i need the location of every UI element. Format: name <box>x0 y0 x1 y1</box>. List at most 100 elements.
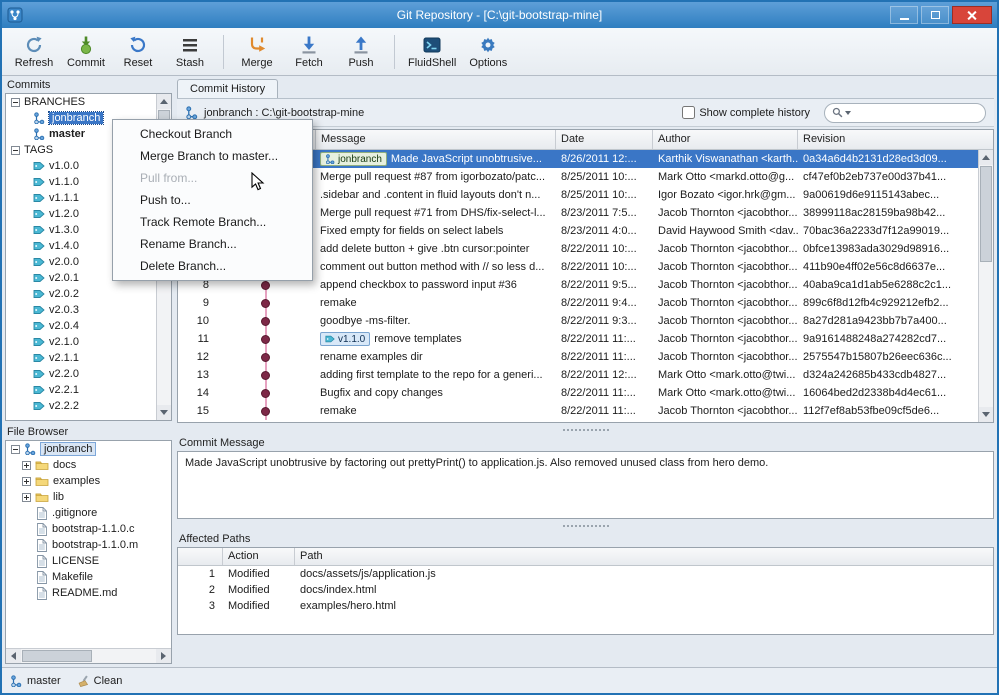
minimize-button[interactable] <box>890 6 918 24</box>
refresh-button[interactable]: Refresh <box>8 30 60 74</box>
repo-state-status: Clean <box>77 675 122 687</box>
search-input[interactable] <box>853 105 978 120</box>
menu-item-rename-branch[interactable]: Rename Branch... <box>113 233 312 255</box>
tag-item[interactable]: v2.0.2 <box>6 286 171 302</box>
expand-icon[interactable] <box>22 492 31 502</box>
collapse-icon[interactable] <box>11 145 20 155</box>
header-date[interactable]: Date <box>556 130 653 149</box>
scrollbar-thumb[interactable] <box>22 650 92 662</box>
commit-row[interactable]: 14 Bugfix and copy changes 8/22/2011 11:… <box>178 384 978 402</box>
fb-file-item[interactable]: LICENSE <box>6 553 171 569</box>
commit-author: Jacob Thornton <jacobthor... <box>658 351 798 363</box>
fb-file-item[interactable]: Makefile <box>6 569 171 585</box>
fluidshell-button[interactable]: FluidShell <box>402 30 462 74</box>
tag-label: v2.2.2 <box>49 400 79 412</box>
splitter-handle[interactable] <box>177 423 994 436</box>
history-scrollbar[interactable] <box>978 150 993 422</box>
branches-header[interactable]: BRANCHES <box>6 94 171 110</box>
commit-button[interactable]: Commit <box>60 30 112 74</box>
commit-row[interactable]: 9 remake 8/22/2011 9:4... Jacob Thornton… <box>178 294 978 312</box>
affected-path-row[interactable]: 3 Modified examples/hero.html <box>178 598 993 614</box>
search-dropdown-icon[interactable] <box>845 110 851 115</box>
stash-button[interactable]: Stash <box>164 30 216 74</box>
menu-item-delete-branch[interactable]: Delete Branch... <box>113 255 312 277</box>
fb-folder-docs[interactable]: docs <box>6 457 171 473</box>
menu-item-push-to[interactable]: Push to... <box>113 189 312 211</box>
options-button[interactable]: Options <box>462 30 514 74</box>
commit-row[interactable]: 13 adding first template to the repo for… <box>178 366 978 384</box>
commit-row[interactable]: 12 rename examples dir 8/22/2011 11:... … <box>178 348 978 366</box>
tag-item[interactable]: v2.1.1 <box>6 350 171 366</box>
reset-button[interactable]: Reset <box>112 30 164 74</box>
tag-item[interactable]: v2.1.0 <box>6 334 171 350</box>
scroll-down-button[interactable] <box>157 405 171 420</box>
commit-revision: 411b90e4ff02e56c8d6637e... <box>803 261 946 273</box>
header-path[interactable]: Path <box>295 548 993 565</box>
fb-folder-examples[interactable]: examples <box>6 473 171 489</box>
commit-revision: 38999118ac28159ba98b42... <box>803 207 946 219</box>
commit-row[interactable]: 11 v1.1.0 remove templates 8/22/2011 11:… <box>178 330 978 348</box>
tag-item[interactable]: v2.2.2 <box>6 398 171 414</box>
tag-icon <box>33 322 45 330</box>
menu-item-checkout-branch[interactable]: Checkout Branch <box>113 123 312 145</box>
scroll-up-button[interactable] <box>979 150 993 165</box>
tag-icon <box>33 354 45 362</box>
fb-file-item[interactable]: bootstrap-1.1.0.m <box>6 537 171 553</box>
tag-item[interactable]: v2.2.1 <box>6 382 171 398</box>
scroll-up-button[interactable] <box>157 94 171 109</box>
expand-icon[interactable] <box>22 476 31 486</box>
tag-item[interactable]: v2.2.0 <box>6 366 171 382</box>
arrow-left-icon <box>11 652 16 660</box>
menu-item-track-remote-branch[interactable]: Track Remote Branch... <box>113 211 312 233</box>
search-box[interactable] <box>824 102 986 123</box>
splitter-handle[interactable] <box>177 519 994 532</box>
file-browser-hscrollbar[interactable] <box>6 648 171 663</box>
push-button[interactable]: Push <box>335 30 387 74</box>
fb-file-item[interactable]: .gitignore <box>6 505 171 521</box>
close-button[interactable] <box>952 6 992 24</box>
commit-author: Jacob Thornton <jacobthor... <box>658 333 798 345</box>
maximize-button[interactable] <box>921 6 949 24</box>
header-message[interactable]: Message <box>316 130 556 149</box>
collapse-icon[interactable] <box>11 97 20 107</box>
scrollbar-thumb[interactable] <box>980 166 992 262</box>
commit-message-box[interactable]: Made JavaScript unobtrusive by factoring… <box>177 451 994 519</box>
commit-graph-cell <box>216 312 316 330</box>
fb-root-jonbranch[interactable]: jonbranch <box>6 441 171 457</box>
collapse-icon[interactable] <box>11 444 20 454</box>
tag-item[interactable]: v2.0.4 <box>6 318 171 334</box>
affected-path-row[interactable]: 1 Modified docs/assets/js/application.js <box>178 566 993 582</box>
expand-icon[interactable] <box>22 460 31 470</box>
commit-message-text: Merge pull request #87 from igorbozato/p… <box>320 171 546 183</box>
affected-path-row[interactable]: 2 Modified docs/index.html <box>178 582 993 598</box>
row-number: 12 <box>196 351 209 363</box>
fb-folder-label: examples <box>53 475 101 487</box>
tag-label: v2.1.1 <box>49 352 79 364</box>
fluidshell-label: FluidShell <box>408 57 457 69</box>
header-author[interactable]: Author <box>653 130 798 149</box>
tab-commit-history[interactable]: Commit History <box>177 79 279 98</box>
tag-label: v1.2.0 <box>49 208 79 220</box>
commit-row[interactable]: 10 goodbye -ms-filter. 8/22/2011 9:3... … <box>178 312 978 330</box>
fb-file-label: bootstrap-1.1.0.m <box>52 539 139 551</box>
scroll-down-button[interactable] <box>979 407 993 422</box>
fetch-button[interactable]: Fetch <box>283 30 335 74</box>
tag-item[interactable]: v2.0.3 <box>6 302 171 318</box>
fb-root-label: jonbranch <box>40 442 97 456</box>
merge-button[interactable]: Merge <box>231 30 283 74</box>
tag-label: v1.1.0 <box>49 176 79 188</box>
scroll-left-button[interactable] <box>6 649 21 663</box>
merge-icon <box>250 36 267 53</box>
header-action[interactable]: Action <box>223 548 295 565</box>
commit-graph-cell <box>216 384 316 402</box>
fb-file-item[interactable]: README.md <box>6 585 171 601</box>
header-revision[interactable]: Revision <box>798 130 993 149</box>
commit-row[interactable]: 15 remake 8/22/2011 11:... Jacob Thornto… <box>178 402 978 420</box>
commit-date: 8/23/2011 7:5... <box>561 207 637 219</box>
fb-folder-lib[interactable]: lib <box>6 489 171 505</box>
repo-path-label: jonbranch : C:\git-bootstrap-mine <box>204 106 365 119</box>
menu-item-merge-branch[interactable]: Merge Branch to master... <box>113 145 312 167</box>
scroll-right-button[interactable] <box>156 649 171 663</box>
fb-file-item[interactable]: bootstrap-1.1.0.c <box>6 521 171 537</box>
show-complete-history-checkbox[interactable] <box>682 106 696 119</box>
